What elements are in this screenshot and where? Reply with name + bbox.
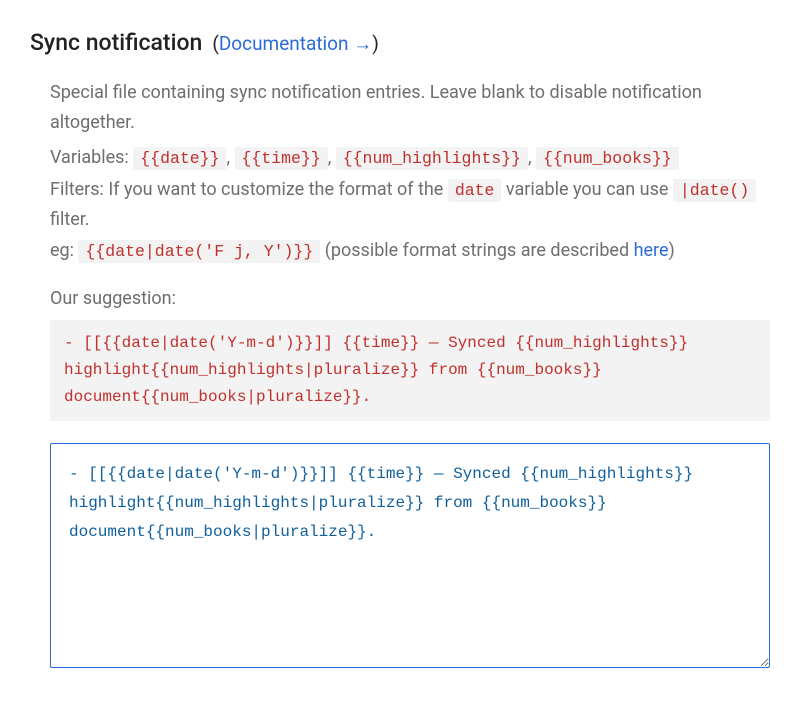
example-line: eg: {{date|date('F j, Y')}} (possible fo…: [50, 236, 770, 266]
doc-link-wrapper: (Documentation →): [212, 28, 379, 59]
suggestion-label: Our suggestion:: [50, 284, 770, 314]
documentation-link[interactable]: Documentation →: [219, 32, 372, 55]
filters-text-prefix: Filters: If you want to customize the fo…: [50, 179, 448, 200]
section-header: Sync notification (Documentation →): [30, 24, 770, 62]
variable-sep: ,: [226, 147, 234, 168]
suggestion-code-block: - [[{{date|date('Y-m-d')}}]] {{time}} — …: [50, 320, 770, 422]
variables-label: Variables:: [50, 147, 129, 168]
filter-date-var: date: [448, 179, 502, 202]
section-content: Special file containing sync notificatio…: [30, 78, 770, 678]
filters-line: Filters: If you want to customize the fo…: [50, 175, 770, 234]
paren-close: ): [372, 32, 379, 55]
format-strings-link[interactable]: here: [634, 240, 669, 261]
example-close: ): [669, 240, 675, 261]
sync-notification-textarea[interactable]: - [[{{date|date('Y-m-d')}}]] {{time}} — …: [50, 443, 770, 668]
variable-date: {{date}}: [133, 147, 226, 170]
section-title: Sync notification: [30, 24, 202, 62]
variable-sep: ,: [328, 147, 336, 168]
example-code: {{date|date('F j, Y')}}: [78, 240, 320, 263]
filters-text-middle: variable you can use: [501, 179, 672, 200]
example-prefix: eg:: [50, 240, 78, 261]
variable-num-highlights: {{num_highlights}}: [336, 147, 528, 170]
variables-line: Variables: {{date}}, {{time}}, {{num_hig…: [50, 143, 770, 173]
filter-date-func: |date(): [673, 179, 756, 202]
variable-sep: ,: [528, 147, 536, 168]
example-after: (possible format strings are described: [320, 240, 633, 261]
section-description: Special file containing sync notificatio…: [50, 78, 770, 137]
variable-num-books: {{num_books}}: [536, 147, 679, 170]
filters-text-suffix: filter.: [50, 209, 90, 230]
variable-time: {{time}}: [235, 147, 328, 170]
